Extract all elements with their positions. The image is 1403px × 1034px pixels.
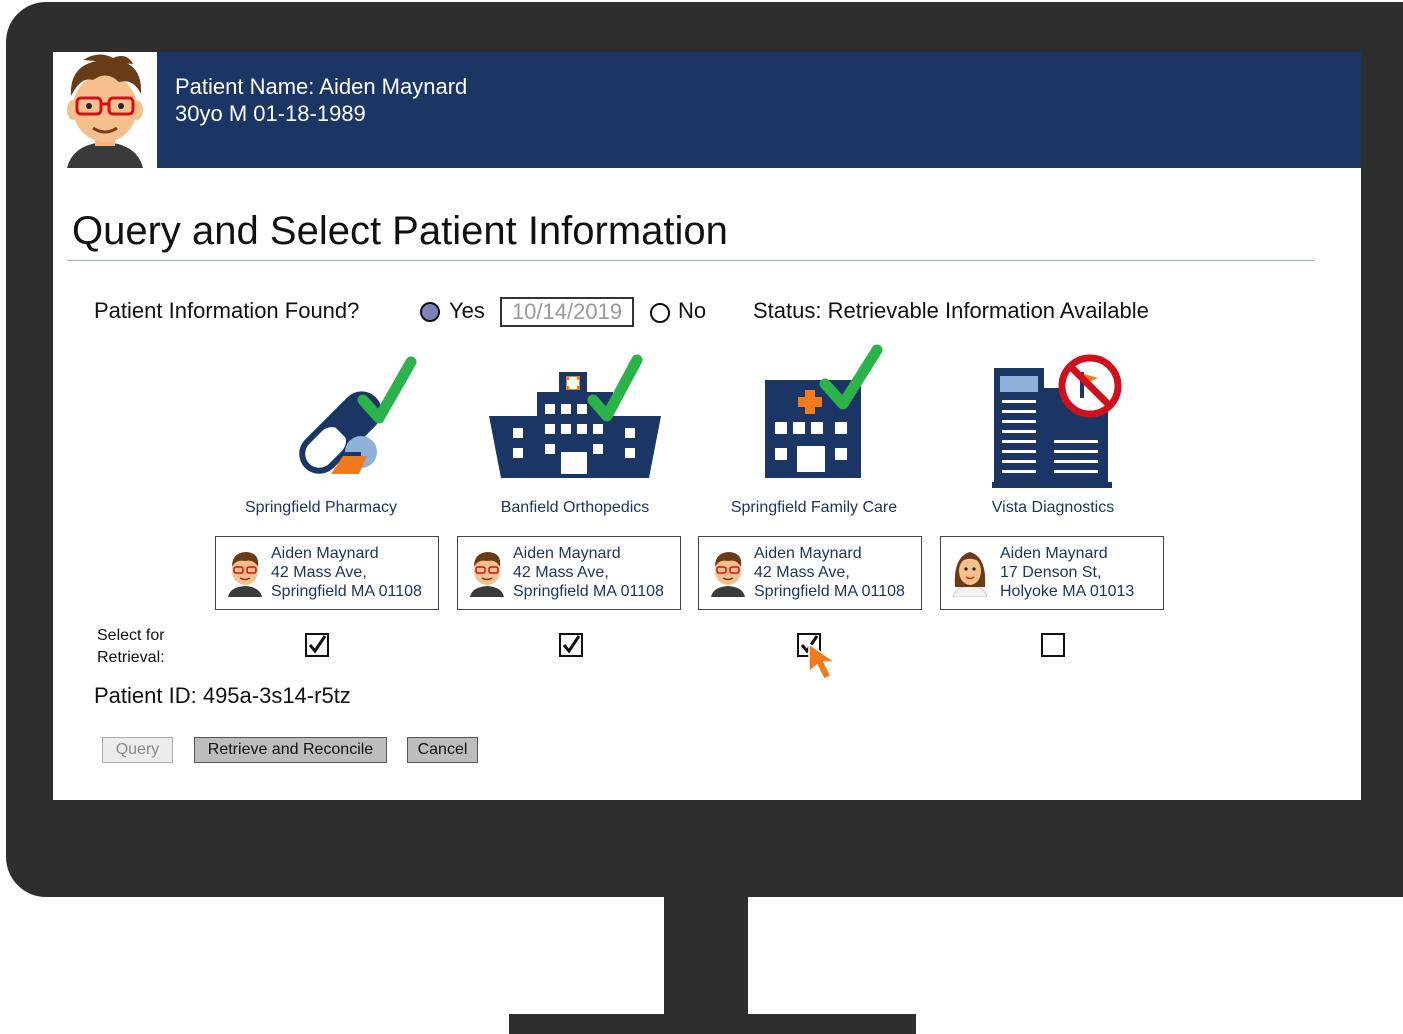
page-title: Query and Select Patient Information — [72, 209, 728, 253]
card-address-line1: 42 Mass Ave, — [754, 564, 850, 581]
card-address-line1: 42 Mass Ave, — [513, 564, 609, 581]
male-avatar-icon — [67, 54, 143, 168]
male-avatar-icon — [470, 552, 504, 597]
male-avatar-icon — [711, 552, 745, 597]
female-avatar-icon — [952, 552, 988, 597]
card-patient-name: Aiden Maynard — [513, 545, 621, 562]
patient-header: Patient Name: Aiden Maynard 30yo M 01-18… — [53, 52, 1361, 168]
select-checkbox-springfield-pharmacy[interactable] — [305, 633, 329, 657]
card-address-line2: Springfield MA 01108 — [513, 583, 664, 600]
select-for-retrieval-label: Select for Retrieval: — [97, 627, 165, 666]
mouse-cursor-icon — [808, 642, 838, 680]
retrieve-and-reconcile-button[interactable]: Retrieve and Reconcile — [194, 737, 387, 763]
monitor-stand-neck — [664, 890, 748, 1020]
date-field[interactable]: 10/14/2019 — [500, 297, 634, 327]
card-patient-name: Aiden Maynard — [1000, 545, 1108, 562]
card-patient-name: Aiden Maynard — [271, 545, 379, 562]
select-checkbox-banfield-orthopedics[interactable] — [559, 633, 583, 657]
patient-match-card: Aiden Maynard 17 Denson St, Holyoke MA 0… — [940, 536, 1164, 610]
clinic-building-icon — [765, 344, 883, 478]
no-label: No — [678, 298, 707, 323]
checkmark-icon — [308, 635, 327, 654]
found-label: Patient Information Found? — [94, 298, 360, 323]
cancel-button[interactable]: Cancel — [407, 737, 478, 763]
no-radio[interactable] — [650, 303, 670, 323]
facility-name-springfield-family-care: Springfield Family Care — [730, 499, 898, 516]
yes-label: Yes — [449, 298, 485, 323]
monitor-stand-base — [509, 1014, 916, 1034]
app-screen: Patient Name: Aiden Maynard 30yo M 01-18… — [53, 52, 1361, 800]
patient-demographics: 30yo M 01-18-1989 — [175, 101, 366, 126]
yes-radio[interactable] — [420, 302, 440, 322]
card-address-line2: Holyoke MA 01013 — [1000, 583, 1135, 600]
title-divider — [67, 260, 1315, 261]
patient-name: Patient Name: Aiden Maynard — [175, 74, 468, 99]
patient-id: Patient ID: 495a-3s14-r5tz — [94, 683, 351, 708]
pharmacy-pill-icon — [299, 356, 417, 474]
facility-name-springfield-pharmacy: Springfield Pharmacy — [244, 499, 398, 516]
card-address-line2: Springfield MA 01108 — [271, 583, 422, 600]
status-text: Status: Retrievable Information Availabl… — [753, 298, 1149, 323]
patient-avatar — [53, 52, 157, 168]
patient-match-card: Aiden Maynard 42 Mass Ave, Springfield M… — [457, 536, 681, 610]
card-address-line1: 42 Mass Ave, — [271, 564, 367, 581]
facility-name-vista-diagnostics: Vista Diagnostics — [991, 499, 1115, 516]
query-button[interactable]: Query — [102, 737, 173, 763]
hospital-building-icon — [489, 354, 661, 478]
patient-match-card: Aiden Maynard 42 Mass Ave, Springfield M… — [698, 536, 922, 610]
male-avatar-icon — [228, 552, 262, 597]
office-building-icon — [992, 354, 1122, 488]
card-address-line1: 17 Denson St, — [1000, 564, 1102, 581]
facility-name-banfield-orthopedics: Banfield Orthopedics — [500, 499, 650, 516]
patient-match-card: Aiden Maynard 42 Mass Ave, Springfield M… — [215, 536, 439, 610]
select-checkbox-vista-diagnostics[interactable] — [1041, 633, 1065, 657]
checkmark-icon — [562, 635, 581, 654]
card-patient-name: Aiden Maynard — [754, 545, 862, 562]
card-address-line2: Springfield MA 01108 — [754, 583, 905, 600]
